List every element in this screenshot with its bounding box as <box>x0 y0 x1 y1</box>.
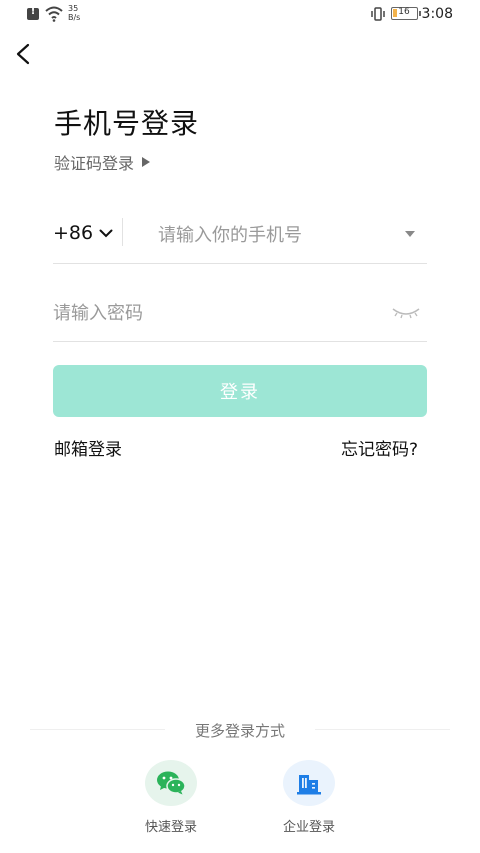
eye-closed-icon[interactable] <box>391 304 421 320</box>
page-title: 手机号登录 <box>54 107 200 140</box>
sms-login-switch[interactable]: 验证码登录 <box>54 150 151 174</box>
battery-icon: 16 <box>391 7 421 20</box>
back-arrow-icon[interactable] <box>10 40 38 68</box>
status-bar: 35 B/s 16 3:08 <box>0 0 480 30</box>
building-icon-bg <box>283 760 335 806</box>
enterprise-login-button[interactable]: 企业登录 <box>269 760 349 835</box>
country-code-selector[interactable]: +86 <box>53 222 113 244</box>
country-code: +86 <box>53 222 94 244</box>
divider <box>122 218 123 246</box>
wechat-icon-bg <box>145 760 197 806</box>
wechat-icon <box>157 771 186 795</box>
more-login-methods-header: 更多登录方式 <box>30 718 450 740</box>
password-row <box>53 288 427 342</box>
enterprise-login-label: 企业登录 <box>282 820 335 835</box>
wechat-login-button[interactable]: 快速登录 <box>131 760 211 835</box>
divider <box>315 729 450 730</box>
quick-login-label: 快速登录 <box>144 820 197 835</box>
login-screen: 35 B/s 16 3:08 手机号登录 验证码登录 +86 <box>0 0 480 853</box>
sms-login-label: 验证码登录 <box>54 154 135 173</box>
vibrate-icon <box>371 7 385 21</box>
login-button[interactable]: 登录 <box>53 365 427 417</box>
email-login-link[interactable]: 邮箱登录 <box>54 435 122 460</box>
chevron-down-icon <box>99 229 113 237</box>
play-triangle-icon <box>142 157 151 167</box>
more-login-label: 更多登录方式 <box>194 722 285 740</box>
history-dropdown-icon[interactable] <box>405 231 415 237</box>
alert-icon <box>27 6 39 20</box>
network-speed: 35 B/s <box>68 4 81 22</box>
clock: 3:08 <box>421 6 453 22</box>
phone-input[interactable] <box>158 220 398 250</box>
wifi-icon <box>45 6 63 22</box>
phone-row: +86 <box>53 210 427 264</box>
building-icon <box>297 775 321 795</box>
password-input[interactable] <box>53 298 353 328</box>
forgot-password-link[interactable]: 忘记密码? <box>341 435 418 460</box>
